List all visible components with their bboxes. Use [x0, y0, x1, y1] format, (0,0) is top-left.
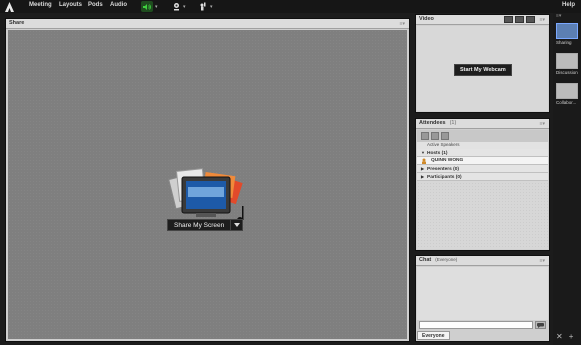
menu-bar: Meeting Layouts Pods Audio ▾ ▾ ▾ Help [0, 0, 581, 13]
group-hosts-label: Hosts (1) [427, 151, 448, 156]
speech-bubble-icon [537, 322, 544, 328]
attendee-count: (1) [449, 120, 457, 126]
layout-discussion[interactable]: Discussion [556, 53, 578, 75]
grid-view-icon[interactable] [504, 16, 513, 23]
raise-hand-icon [199, 0, 208, 16]
layout-thumbnail [556, 83, 578, 99]
share-pod: Share ≡▾ Share My Screen [5, 18, 410, 342]
list-view-icon[interactable] [421, 132, 429, 140]
close-icon[interactable]: ✕ [556, 332, 563, 341]
adobe-logo-icon[interactable] [4, 1, 14, 12]
chat-pod: Chat (Everyone) ≡▾ Everyone [415, 255, 550, 342]
speaker-icon [141, 1, 153, 12]
chevron-down-icon: ▾ [210, 3, 213, 10]
menu-meeting[interactable]: Meeting [29, 2, 52, 8]
host-name: QUINN WONG [431, 158, 464, 163]
chevron-down-icon: ▾ [155, 3, 158, 10]
webcam-toggle[interactable]: ▾ [172, 1, 186, 12]
chevron-down-icon[interactable] [231, 219, 244, 231]
layouts-rail: ≡▾ Sharing Discussion Collabor... ✕ + [553, 13, 581, 345]
video-layout-icons [504, 16, 535, 23]
chat-tab-everyone[interactable]: Everyone [417, 331, 450, 340]
chat-input[interactable] [419, 321, 533, 329]
attendees-pod-title: Attendees (1) [419, 120, 456, 126]
share-pod-header: Share ≡▾ [6, 19, 409, 29]
chat-pod-header: Chat (Everyone) ≡▾ [416, 256, 549, 266]
menu-pods[interactable]: Pods [88, 2, 103, 8]
pod-options-icon[interactable]: ≡▾ [540, 121, 545, 127]
group-participants[interactable]: ▶ Participants (0) [417, 173, 548, 181]
attendees-pod: Attendees (1) ≡▾ Active Speakers ▼ Hosts (… [415, 118, 550, 251]
video-pod-header: Video ≡▾ [416, 15, 549, 25]
active-speakers-label: Active Speakers [417, 142, 548, 149]
layout-label: Sharing [556, 40, 572, 45]
chat-title-text: Chat [419, 257, 432, 263]
filmstrip-icon[interactable] [515, 16, 524, 23]
group-presenters[interactable]: ▶ Presenters (0) [417, 165, 548, 173]
video-pod-title: Video [419, 16, 434, 22]
app-root: Meeting Layouts Pods Audio ▾ ▾ ▾ Help Sh… [0, 0, 581, 345]
speaker-toggle[interactable]: ▾ [141, 1, 158, 12]
pod-options-icon[interactable]: ≡▾ [400, 21, 405, 27]
layout-collaboration[interactable]: Collabor... [556, 83, 578, 105]
attendees-title-text: Attendees [419, 120, 446, 126]
attendees-toolbar [417, 130, 548, 142]
share-pod-body [8, 30, 407, 339]
share-my-screen-label[interactable]: Share My Screen [167, 219, 232, 231]
chat-messages [417, 267, 548, 320]
menu-layouts[interactable]: Layouts [59, 2, 82, 8]
attendees-pod-header: Attendees (1) ≡▾ [416, 119, 549, 129]
attendee-list: ▼ Hosts (1) QUINN WONG ▶ Presenters (0) ▶ P… [417, 149, 548, 249]
layout-sharing[interactable]: Sharing [556, 23, 578, 45]
webcam-icon [172, 0, 181, 16]
group-hosts[interactable]: ▼ Hosts (1) [417, 149, 548, 157]
chat-input-row [417, 320, 548, 331]
chat-send-button[interactable] [535, 321, 546, 329]
video-pod-body: Start My Webcam [417, 26, 548, 111]
group-presenters-label: Presenters (0) [427, 167, 459, 172]
pod-options-icon[interactable]: ≡▾ [540, 17, 545, 23]
chat-recipient: (Everyone) [435, 257, 458, 262]
sort-icon[interactable] [441, 132, 449, 140]
attendee-row[interactable]: QUINN WONG [417, 157, 548, 165]
add-icon[interactable]: + [569, 332, 574, 341]
start-webcam-button[interactable]: Start My Webcam [454, 64, 512, 76]
group-participants-label: Participants (0) [427, 175, 462, 180]
share-pod-title: Share [9, 20, 25, 26]
rail-bottom-controls: ✕ + [556, 332, 573, 341]
layout-thumbnail [556, 53, 578, 69]
video-pod: Video ≡▾ Start My Webcam [415, 14, 550, 113]
chevron-down-icon: ▾ [183, 3, 186, 10]
chat-pod-title: Chat (Everyone) [419, 257, 457, 263]
status-view-icon[interactable] [431, 132, 439, 140]
fullscreen-icon[interactable] [526, 16, 535, 23]
raise-hand-toggle[interactable]: ▾ [199, 1, 213, 12]
rail-options-icon[interactable]: ≡▾ [556, 13, 561, 19]
share-my-screen-button[interactable]: Share My Screen [167, 219, 244, 231]
menu-audio[interactable]: Audio [110, 2, 127, 8]
layout-thumbnail [556, 23, 578, 39]
pod-options-icon[interactable]: ≡▾ [540, 258, 545, 264]
layout-label: Collabor... [556, 100, 577, 105]
menu-help[interactable]: Help [562, 2, 575, 8]
layout-label: Discussion [556, 70, 578, 75]
